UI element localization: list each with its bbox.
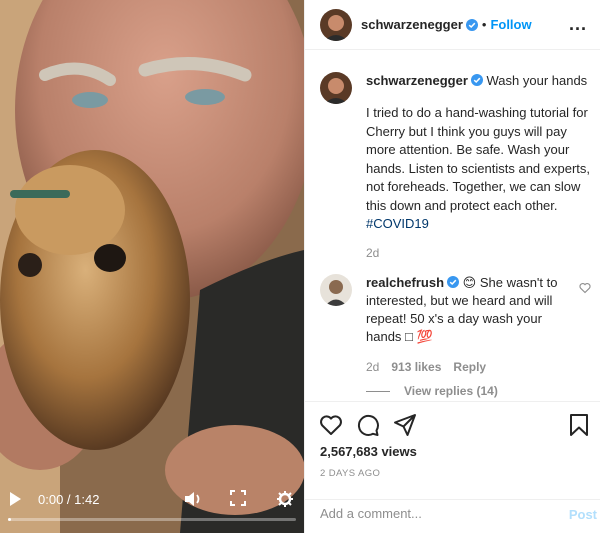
heart-icon[interactable] bbox=[319, 413, 343, 437]
post-date[interactable]: 2 DAYS AGO bbox=[320, 468, 380, 479]
video-time: 0:00 / 1:42 bbox=[38, 492, 100, 507]
view-replies-label: View replies (14) bbox=[404, 384, 498, 398]
verified-icon bbox=[447, 276, 460, 288]
comment-icon[interactable] bbox=[356, 413, 380, 437]
comment-item: realchefrush 😊 She wasn't to interested,… bbox=[320, 274, 598, 376]
avatar[interactable] bbox=[320, 8, 352, 41]
caption-body: schwarzenegger Wash your hands I tried t… bbox=[366, 72, 590, 262]
replies-divider bbox=[366, 390, 390, 392]
hashtag-link[interactable]: #COVID19 bbox=[366, 216, 429, 231]
follow-button[interactable]: Follow bbox=[490, 17, 531, 32]
settings-icon[interactable] bbox=[276, 490, 294, 508]
comment-input[interactable] bbox=[320, 506, 550, 521]
share-icon[interactable] bbox=[393, 413, 417, 437]
video-frame bbox=[0, 0, 304, 533]
caption-timestamp[interactable]: 2d bbox=[366, 244, 590, 262]
add-comment-bar: Post bbox=[305, 499, 600, 533]
play-icon[interactable] bbox=[8, 491, 22, 507]
caption-text: I tried to do a hand-washing tutorial fo… bbox=[366, 104, 590, 234]
comment-username[interactable]: realchefrush bbox=[366, 275, 444, 290]
video-progress-fill bbox=[8, 518, 12, 521]
post-comment-button[interactable]: Post bbox=[569, 507, 597, 522]
volume-icon[interactable] bbox=[184, 490, 204, 508]
reply-button[interactable]: Reply bbox=[453, 358, 486, 376]
caption-message: I tried to do a hand-washing tutorial fo… bbox=[366, 105, 591, 213]
header-username[interactable]: schwarzenegger bbox=[361, 17, 463, 32]
caption-title: Wash your hands bbox=[486, 73, 588, 88]
comment-timestamp[interactable]: 2d bbox=[366, 358, 379, 376]
post-header: schwarzenegger • Follow ... bbox=[305, 0, 600, 50]
bookmark-icon[interactable] bbox=[567, 413, 591, 437]
comment-like-heart-icon[interactable] bbox=[579, 282, 591, 294]
video-progress-bar[interactable] bbox=[8, 518, 296, 521]
header-separator: • bbox=[481, 17, 487, 32]
avatar[interactable] bbox=[320, 274, 352, 306]
comment-content: realchefrush 😊 She wasn't to interested,… bbox=[366, 274, 566, 346]
caption-username[interactable]: schwarzenegger bbox=[366, 73, 468, 88]
comment-meta: 2d 913 likes Reply bbox=[366, 358, 566, 376]
video-player[interactable]: 0:00 / 1:42 bbox=[0, 0, 304, 533]
video-controls: 0:00 / 1:42 bbox=[0, 483, 304, 533]
caption-heading: schwarzenegger Wash your hands bbox=[366, 72, 590, 90]
verified-icon bbox=[470, 74, 483, 86]
post-actions: 2,567,683 views 2 DAYS AGO bbox=[305, 401, 600, 499]
view-replies-button[interactable]: View replies (14) bbox=[366, 384, 498, 398]
post-side-panel: schwarzenegger • Follow ... schwarzenegg… bbox=[304, 0, 600, 533]
verified-icon bbox=[465, 18, 478, 31]
more-options-icon[interactable]: ... bbox=[569, 14, 587, 35]
post-caption: schwarzenegger Wash your hands I tried t… bbox=[320, 72, 590, 262]
fullscreen-icon[interactable] bbox=[230, 490, 246, 506]
comment-likes[interactable]: 913 likes bbox=[391, 358, 441, 376]
avatar[interactable] bbox=[320, 72, 352, 104]
view-count[interactable]: 2,567,683 views bbox=[320, 444, 417, 459]
comment-body: realchefrush 😊 She wasn't to interested,… bbox=[366, 274, 566, 376]
